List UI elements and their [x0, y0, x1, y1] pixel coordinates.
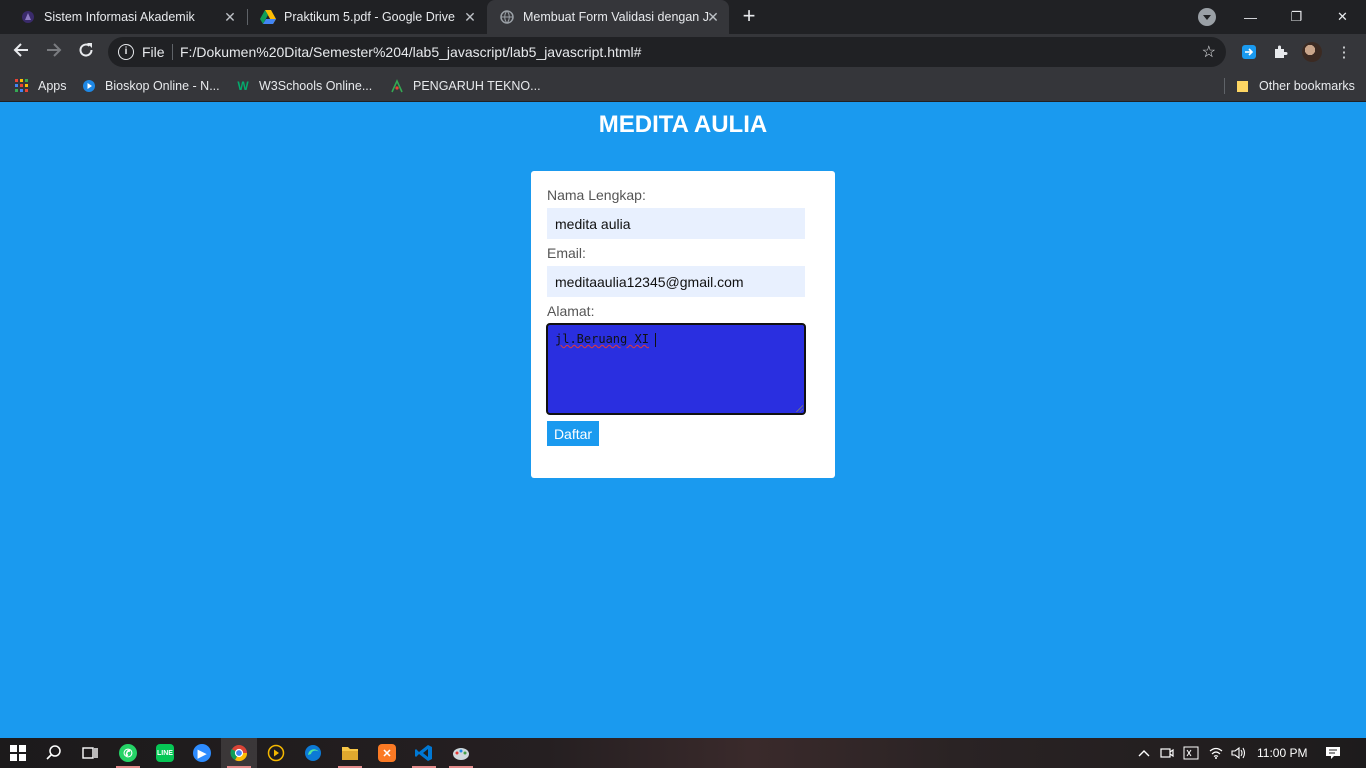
daftar-button[interactable]: Daftar	[547, 421, 599, 446]
xampp-icon[interactable]: ✕	[369, 738, 405, 768]
file-explorer-icon[interactable]	[332, 738, 368, 768]
tab-title: Membuat Form Validasi dengan J	[523, 10, 709, 24]
tab-title: Sistem Informasi Akademik	[44, 10, 195, 24]
zoom-icon[interactable]: ▶	[184, 738, 220, 768]
bookmark-w3schools[interactable]: W W3Schools Online...	[236, 77, 372, 95]
bookmark-bioskop[interactable]: Bioskop Online - N...	[82, 77, 220, 95]
back-arrow-icon[interactable]	[9, 40, 33, 64]
chrome-icon[interactable]	[221, 738, 257, 768]
bookmark-pengaruh[interactable]: PENGARUH TEKNO...	[390, 77, 541, 95]
url-text[interactable]: F:/Dokumen%20Dita/Semester%204/lab5_java…	[180, 44, 641, 60]
window-close-button[interactable]: ✕	[1320, 0, 1365, 34]
tab-strip: Sistem Informasi Akademik ✕ Praktikum 5.…	[0, 0, 1366, 34]
extensions-puzzle-icon[interactable]	[1270, 42, 1290, 62]
forward-arrow-icon[interactable]	[42, 40, 66, 64]
bioskop-icon	[82, 79, 96, 93]
tab-siakad[interactable]: Sistem Informasi Akademik ✕	[0, 0, 246, 34]
bookmark-label: Bioskop Online - N...	[105, 79, 220, 93]
tab-form-validasi[interactable]: Membuat Form Validasi dengan J ✕	[487, 0, 729, 34]
windows-start-icon[interactable]	[0, 738, 36, 768]
registration-form: Nama Lengkap: medita aulia Email: medita…	[531, 171, 835, 478]
address-bar[interactable]: i File F:/Dokumen%20Dita/Semester%204/la…	[108, 37, 1226, 67]
text-caret	[654, 332, 656, 347]
reload-icon[interactable]	[74, 40, 98, 64]
globe-icon	[499, 9, 515, 25]
other-bookmarks-label: Other bookmarks	[1259, 79, 1355, 93]
bookmark-label: PENGARUH TEKNO...	[413, 79, 541, 93]
bookmarks-bar: Apps Bioskop Online - N... W W3Schools O…	[0, 70, 1366, 102]
clock[interactable]: 11:00 PM	[1257, 738, 1307, 768]
alamat-textarea[interactable]: jl.Beruang XI	[546, 323, 806, 415]
nama-input[interactable]: medita aulia	[547, 208, 805, 239]
ppt-icon	[390, 79, 404, 93]
action-center-icon[interactable]	[1325, 738, 1341, 768]
folder-icon	[1236, 79, 1250, 93]
extension-send-icon[interactable]	[1239, 42, 1259, 62]
bookmark-label: Apps	[38, 79, 67, 93]
alamat-label: Alamat:	[547, 303, 595, 319]
profile-avatar[interactable]	[1302, 42, 1322, 62]
google-drive-icon	[260, 9, 276, 25]
browser-toolbar: i File F:/Dokumen%20Dita/Semester%204/la…	[0, 34, 1366, 70]
page-title: MEDITA AULIA	[598, 111, 768, 138]
bookmark-label: W3Schools Online...	[259, 79, 373, 93]
nama-label: Nama Lengkap:	[547, 187, 646, 203]
resize-handle[interactable]	[795, 404, 803, 412]
media-player-icon[interactable]	[258, 738, 294, 768]
whatsapp-icon[interactable]: ✆	[110, 738, 146, 768]
language-icon[interactable]	[1183, 738, 1199, 768]
task-view-icon[interactable]	[72, 738, 108, 768]
minimize-button[interactable]: —	[1228, 0, 1273, 34]
bookmark-apps[interactable]: Apps	[15, 77, 67, 95]
volume-icon[interactable]	[1231, 738, 1247, 768]
other-bookmarks[interactable]: Other bookmarks	[1236, 77, 1355, 95]
info-icon[interactable]: i	[118, 44, 134, 60]
close-icon[interactable]: ✕	[222, 9, 238, 25]
tab-search-icon[interactable]	[1198, 8, 1216, 26]
tab-title: Praktikum 5.pdf - Google Drive	[284, 10, 455, 24]
wifi-icon[interactable]	[1209, 738, 1223, 768]
restore-button[interactable]: ❐	[1274, 0, 1319, 34]
paint-icon[interactable]	[443, 738, 479, 768]
tray-overflow-icon[interactable]	[1138, 738, 1150, 768]
meet-now-icon[interactable]	[1160, 738, 1174, 768]
new-tab-button[interactable]: +	[738, 5, 760, 27]
line-icon[interactable]: LINE	[147, 738, 183, 768]
apps-grid-icon	[15, 79, 29, 93]
menu-kebab-icon[interactable]: ⋮	[1334, 42, 1354, 62]
search-icon[interactable]	[36, 738, 72, 768]
edge-icon[interactable]	[295, 738, 331, 768]
vscode-icon[interactable]	[406, 738, 442, 768]
close-icon[interactable]: ✕	[705, 9, 721, 25]
w3schools-icon: W	[237, 79, 249, 93]
alamat-text: jl.Beruang XI	[555, 332, 649, 346]
scheme-label: File	[142, 44, 165, 60]
close-icon[interactable]: ✕	[462, 9, 478, 25]
email-input[interactable]: meditaaulia12345@gmail.com	[547, 266, 805, 297]
windows-taskbar: ✆ LINE ▶ ✕ 11:00 PM	[0, 738, 1366, 768]
email-label: Email:	[547, 245, 586, 261]
siakad-icon	[20, 9, 36, 25]
bookmarks-divider	[1224, 78, 1225, 94]
bookmark-star-icon[interactable]: ☆	[1202, 42, 1216, 62]
tab-google-drive[interactable]: Praktikum 5.pdf - Google Drive ✕	[240, 0, 486, 34]
omnibox-divider	[172, 44, 173, 60]
